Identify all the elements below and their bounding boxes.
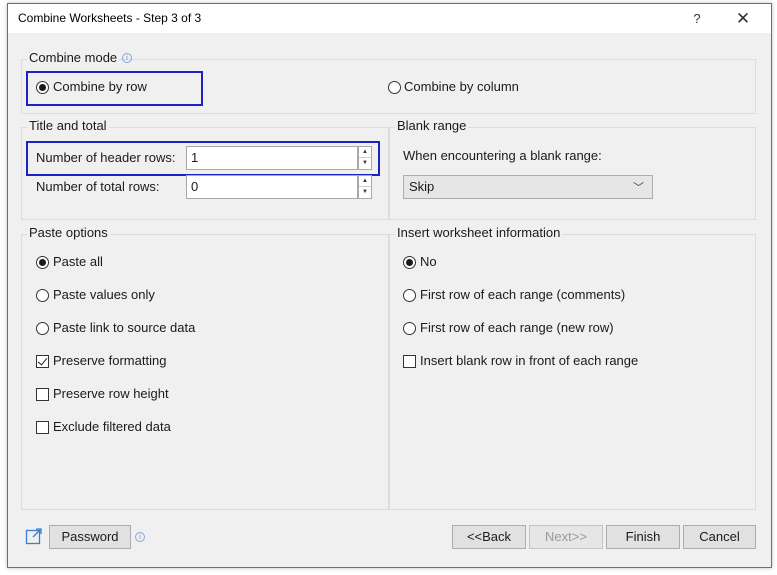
combine-by-row-radio[interactable] [36, 81, 49, 94]
preserve-row-height-checkbox[interactable] [36, 388, 49, 401]
paste-link-label[interactable]: Paste link to source data [53, 320, 195, 335]
dialog-window: Combine Worksheets - Step 3 of 3 ? ✕ Com… [7, 3, 772, 568]
total-rows-input[interactable]: 0 [186, 175, 358, 199]
total-rows-spinner[interactable]: ▲ ▼ [358, 175, 372, 199]
spin-down-icon[interactable]: ▼ [359, 158, 371, 169]
close-button[interactable]: ✕ [725, 4, 761, 33]
insert-blank-row-checkbox[interactable] [403, 355, 416, 368]
combine-by-row-label[interactable]: Combine by row [53, 79, 147, 94]
next-button[interactable]: Next>> [529, 525, 603, 549]
paste-values-only-label[interactable]: Paste values only [53, 287, 155, 302]
total-rows-label: Number of total rows: [36, 179, 160, 194]
password-button[interactable]: Password [49, 525, 131, 549]
info-new-row-label[interactable]: First row of each range (new row) [420, 320, 614, 335]
info-icon[interactable]: i [135, 532, 145, 542]
insert-blank-row-label[interactable]: Insert blank row in front of each range [420, 353, 638, 368]
header-rows-spinner[interactable]: ▲ ▼ [358, 146, 372, 170]
paste-all-radio[interactable] [36, 256, 49, 269]
paste-options-label: Paste options [27, 225, 110, 240]
header-rows-label: Number of header rows: [36, 150, 176, 165]
help-button[interactable]: ? [679, 4, 715, 33]
info-comments-radio[interactable] [403, 289, 416, 302]
spin-up-icon[interactable]: ▲ [359, 147, 371, 158]
preserve-formatting-label[interactable]: Preserve formatting [53, 353, 166, 368]
cancel-button[interactable]: Cancel [683, 525, 756, 549]
paste-values-only-radio[interactable] [36, 289, 49, 302]
back-button[interactable]: <<Back [452, 525, 526, 549]
spin-down-icon[interactable]: ▼ [359, 187, 371, 198]
paste-all-label[interactable]: Paste all [53, 254, 103, 269]
info-comments-label[interactable]: First row of each range (comments) [420, 287, 625, 302]
spin-up-icon[interactable]: ▲ [359, 176, 371, 187]
title-bar: Combine Worksheets - Step 3 of 3 ? ✕ [8, 4, 771, 33]
preserve-formatting-checkbox[interactable] [36, 355, 49, 368]
preserve-row-height-label[interactable]: Preserve row height [53, 386, 169, 401]
paste-options-group [21, 234, 389, 510]
title-total-label: Title and total [27, 118, 109, 133]
blank-range-group [389, 127, 756, 220]
exclude-filtered-checkbox[interactable] [36, 421, 49, 434]
insert-info-label: Insert worksheet information [395, 225, 563, 240]
chevron-down-icon: ﹀ [633, 182, 644, 194]
window-title: Combine Worksheets - Step 3 of 3 [18, 11, 202, 25]
blank-range-value: Skip [409, 179, 435, 194]
exclude-filtered-label[interactable]: Exclude filtered data [53, 419, 171, 434]
insert-info-group [389, 234, 756, 510]
blank-range-select[interactable]: Skip ﹀ [403, 175, 653, 199]
combine-by-column-radio[interactable] [388, 81, 401, 94]
info-new-row-radio[interactable] [403, 322, 416, 335]
info-no-radio[interactable] [403, 256, 416, 269]
finish-button[interactable]: Finish [606, 525, 680, 549]
paste-link-radio[interactable] [36, 322, 49, 335]
header-rows-input[interactable]: 1 [186, 146, 358, 170]
combine-mode-label: Combine mode [27, 50, 120, 65]
blank-range-prompt: When encountering a blank range: [403, 148, 602, 163]
external-link-icon[interactable] [25, 527, 43, 545]
info-icon[interactable]: i [122, 53, 132, 63]
combine-by-column-label[interactable]: Combine by column [404, 79, 519, 94]
info-no-label[interactable]: No [420, 254, 437, 269]
blank-range-label: Blank range [395, 118, 469, 133]
